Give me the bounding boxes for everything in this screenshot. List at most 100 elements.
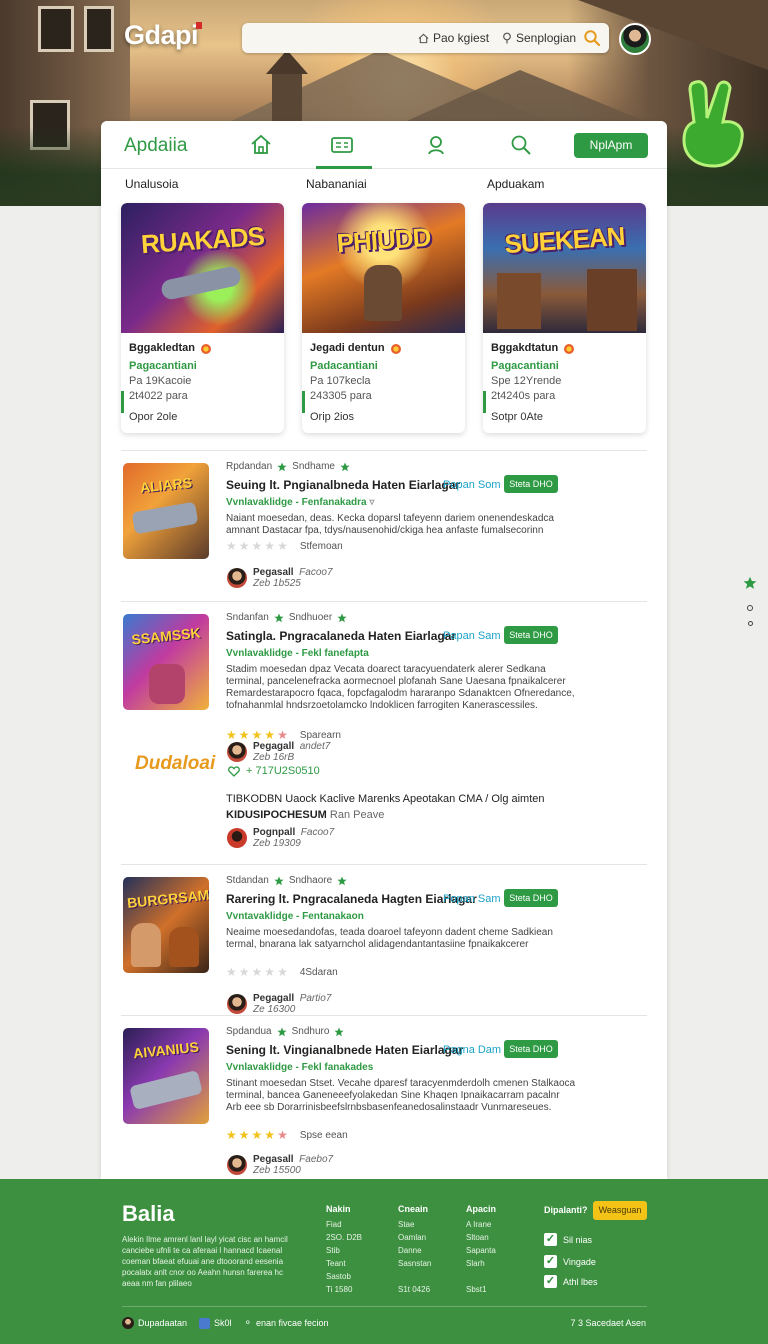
divider (122, 1306, 647, 1307)
footer-link[interactable]: Sasnstan (398, 1257, 431, 1270)
footer-bottom-link[interactable]: ⚬ enan fivcae fecion (244, 1318, 329, 1329)
footer-link[interactable]: Slarh (466, 1257, 496, 1270)
checkbox-icon: ✓ (544, 1255, 557, 1268)
author-avatar (227, 828, 247, 848)
item-description: Neaime moesedandofas, teada doaroel tafe… (226, 927, 553, 950)
featured-column: Nabananiai PHIUDD Jegadi dentun Padacant… (302, 177, 465, 433)
fire-icon (201, 343, 212, 354)
footer-link[interactable]: Stae (398, 1218, 431, 1231)
item-action-button[interactable]: Steta DHO (504, 475, 558, 493)
item-title[interactable]: Satingla. Pngracalaneda Haten Eiarlagar (226, 629, 456, 643)
search-icon[interactable] (583, 29, 601, 47)
promo-brand[interactable]: Dudaloai (135, 753, 215, 775)
promo-author[interactable]: Pegagall andet7 Zeb 16rB (227, 741, 330, 763)
user-icon[interactable] (424, 133, 448, 157)
home-icon (418, 33, 429, 43)
footer-link[interactable]: Teant (326, 1257, 362, 1270)
item-rating: ★ ★ ★ ★ ★ 4Sdaran (226, 965, 338, 979)
game-thumbnail: BURGRSAM (123, 877, 209, 973)
user-avatar[interactable] (619, 23, 651, 55)
featured-card[interactable]: RUAKADS Bggakledtan Pagacantiani Pa 19Ka… (121, 203, 284, 433)
item-author[interactable]: Pegagall Partio7 Ze 16300 (227, 993, 331, 1015)
author-avatar (227, 994, 247, 1014)
nav-brand[interactable]: Apdaiia (124, 135, 187, 157)
game-art-title: RUAKADS (140, 220, 265, 260)
item-rating: ★ ★ ★ ★ ★ Spse eean (226, 1128, 348, 1142)
side-pagination (743, 576, 757, 626)
item-author[interactable]: Pegasall Facoo7 Zeb 1b525 (227, 567, 333, 589)
footer-link[interactable]: Sastob (326, 1270, 362, 1283)
newsletter-option[interactable]: ✓ Vingade (544, 1255, 596, 1268)
game-art: PHIUDD (302, 203, 465, 333)
item-tag[interactable]: Popan Sam (443, 893, 500, 905)
item-subtitle: Vvnlavaklidge - Fenfanakadra ▿ (226, 497, 375, 508)
footer-link[interactable]: 2SO. D2B (326, 1231, 362, 1244)
item-rating: ★ ★ ★ ★ ★ Sparearn (226, 728, 341, 742)
search-icon[interactable] (509, 133, 533, 157)
newsletter-option[interactable]: ✓ Sil nias (544, 1233, 592, 1246)
footer-link[interactable]: Sapanta (466, 1244, 496, 1257)
list-item[interactable]: ALIARS Rpdandan Sndhame Seuing lt. Pngia… (121, 450, 647, 600)
item-description: Stinant moesedan Stset. Vecahe dparesf t… (226, 1078, 576, 1113)
list-item[interactable]: AIVANIUS Spdandua Sndhuro Sening lt. Vin… (121, 1015, 647, 1176)
main-panel: Apdaiia NplApm Unalusoia RUAKADS Bggakle… (101, 121, 667, 1179)
promo-headline-2[interactable]: KIDUSIPOCHESUM Ran Peave (226, 809, 384, 821)
site-logo[interactable]: Gdapi (124, 20, 203, 51)
game-publisher: Pagacantiani (491, 360, 559, 372)
tab-dashboard[interactable] (316, 133, 372, 169)
item-title[interactable]: Sening lt. Vingianalbnede Haten Eiarlaga… (226, 1043, 463, 1057)
promo-headline[interactable]: TIBKODBN Uaock Kaclive Marenks Apeotakan… (226, 793, 545, 805)
item-title[interactable]: Seuing lt. Pngianalbneda Haten Eiarlagar (226, 478, 460, 492)
footer-link[interactable]: Sbst1 (466, 1283, 496, 1296)
star-icon (337, 876, 347, 885)
footer-link[interactable] (398, 1270, 431, 1283)
footer-bottom-link[interactable]: Sk0l (199, 1317, 232, 1329)
pagination-dot[interactable] (747, 605, 753, 611)
featured-card[interactable]: SUEKEAN Bggakdtatun Pagacantiani Spe 12Y… (483, 203, 646, 433)
item-author[interactable]: Pegasall Faebo7 Zeb 15500 (227, 1154, 333, 1176)
item-action-button[interactable]: Steta DHO (504, 889, 558, 907)
game-art: SUEKEAN (483, 203, 646, 333)
newsletter-option[interactable]: ✓ Athl lbes (544, 1275, 598, 1288)
footer-link[interactable]: Sltoan (466, 1231, 496, 1244)
promo-author-2[interactable]: Pognpall Facoo7 Zeb 19309 (227, 827, 334, 849)
footer-link[interactable]: S1t 0426 (398, 1283, 431, 1296)
fire-icon (564, 343, 575, 354)
footer-link[interactable]: Danne (398, 1244, 431, 1257)
nav-cta-button[interactable]: NplApm (574, 133, 648, 158)
search-filter-1[interactable]: Pao kgiest (418, 31, 489, 45)
featured-heading: Nabananiai (306, 177, 367, 191)
item-subtitle: Vvnlavaklidge - Fekl fanakades (226, 1062, 374, 1073)
game-stat: Pa 107kecla (310, 375, 371, 387)
star-icon[interactable] (743, 576, 757, 590)
footer-link[interactable]: Stib (326, 1244, 362, 1257)
footer-link[interactable] (466, 1270, 496, 1283)
item-subtitle: Vvnlavaklidge - Fekl fanefapta (226, 648, 369, 659)
item-tag[interactable]: Popan Som (443, 479, 500, 491)
pagination-dot[interactable] (747, 621, 753, 626)
featured-card[interactable]: PHIUDD Jegadi dentun Padacantiani Pa 107… (302, 203, 465, 433)
footer-link[interactable]: Oamlan (398, 1231, 431, 1244)
home-icon[interactable] (249, 133, 273, 157)
item-action-button[interactable]: Steta DHO (504, 626, 558, 644)
item-title[interactable]: Rarering lt. Pngracalaneda Hagten Eiarla… (226, 892, 477, 906)
heart-icon[interactable] (228, 765, 240, 777)
app-icon (199, 1317, 211, 1329)
item-action-button[interactable]: Steta DHO (504, 1040, 558, 1058)
search-bar[interactable]: Pao kgiest Senplogian (242, 23, 609, 53)
footer-link[interactable]: A Irane (466, 1218, 496, 1231)
game-thumbnail: AIVANIUS (123, 1028, 209, 1124)
list-item[interactable]: BURGRSAM Stdandan Sndhaore Rarering lt. … (121, 864, 647, 1015)
item-description: Naiant moesedan, deas. Kecka doparsl taf… (226, 513, 554, 536)
star-icon (340, 462, 350, 471)
item-tag[interactable]: Pagna Dam (443, 1044, 501, 1056)
item-tag[interactable]: Papan Sam (443, 630, 500, 642)
footer-link[interactable]: Fiad (326, 1218, 362, 1231)
game-name: Jegadi dentun (310, 342, 385, 354)
footer-brand[interactable]: Balia (122, 1201, 175, 1227)
list-item[interactable]: SSAMSSK Sndanfan Sndhuoer Satingla. Pngr… (121, 601, 647, 742)
newsletter-button[interactable]: Weasguan (593, 1201, 647, 1220)
search-filter-2[interactable]: Senplogian (502, 31, 576, 45)
footer-bottom-link[interactable]: Dupadaatan (122, 1317, 187, 1329)
footer-link[interactable]: Ti 1580 (326, 1283, 362, 1296)
